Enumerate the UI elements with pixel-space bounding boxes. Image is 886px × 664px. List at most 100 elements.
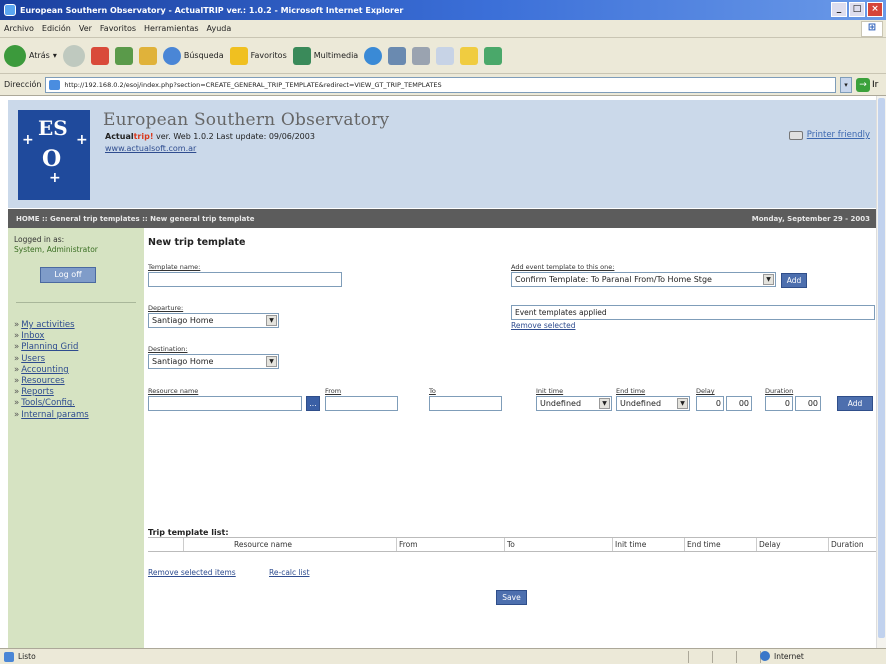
sidebar-menu: » My activities » Inbox » Planning Grid » Us… bbox=[14, 320, 89, 421]
globe-icon bbox=[760, 651, 770, 661]
template-name-input[interactable] bbox=[148, 272, 342, 287]
sidebar-item-planning-grid[interactable]: » Planning Grid bbox=[14, 342, 89, 353]
sidebar-item-internal-params[interactable]: » Internal params bbox=[14, 410, 89, 421]
history-icon[interactable] bbox=[364, 46, 383, 65]
url-input[interactable]: http://192.168.0.2/esoj/index.php?sectio… bbox=[45, 76, 836, 93]
menu-ayuda[interactable]: Ayuda bbox=[207, 24, 232, 33]
column-end-time: End time bbox=[684, 538, 756, 551]
back-button[interactable]: Atrás ▾ bbox=[4, 44, 57, 67]
destination-label: Destination: bbox=[148, 345, 188, 353]
sidebar-item-users[interactable]: » Users bbox=[14, 354, 89, 365]
go-arrow-icon: → bbox=[856, 77, 870, 92]
destination-select[interactable]: Santiago Home ▼ bbox=[148, 354, 279, 369]
column-duration: Duration bbox=[828, 538, 876, 551]
duration-label: Duration bbox=[765, 387, 794, 395]
eso-logo: + + + ES O bbox=[18, 110, 90, 200]
home-icon[interactable] bbox=[138, 46, 157, 65]
column-from: From bbox=[396, 538, 504, 551]
address-bar: Dirección http://192.168.0.2/esoj/index.… bbox=[0, 74, 886, 96]
add-row-button[interactable]: Add bbox=[837, 396, 873, 411]
add-event-label: Add event template to this one: bbox=[511, 263, 615, 271]
menu-herramientas[interactable]: Herramientas bbox=[144, 24, 199, 33]
to-label: To bbox=[429, 387, 436, 395]
sidebar-item-resources[interactable]: » Resources bbox=[14, 376, 89, 387]
site-link[interactable]: www.actualsoft.com.ar bbox=[105, 144, 196, 153]
menu-archivo[interactable]: Archivo bbox=[4, 24, 34, 33]
chevron-down-icon: ▼ bbox=[266, 356, 277, 367]
duration-minutes-input[interactable]: 00 bbox=[795, 396, 821, 411]
window-titlebar: European Southern Observatory - ActualTR… bbox=[0, 0, 886, 20]
vertical-scrollbar[interactable] bbox=[876, 96, 886, 648]
save-button[interactable]: Save bbox=[496, 590, 527, 605]
departure-select[interactable]: Santiago Home ▼ bbox=[148, 313, 279, 328]
add-event-select[interactable]: Confirm Template: To Paranal From/To Hom… bbox=[511, 272, 776, 287]
add-event-button[interactable]: Add bbox=[781, 273, 807, 288]
sidebar-divider bbox=[16, 302, 136, 303]
close-button[interactable]: × bbox=[867, 2, 883, 17]
go-button[interactable]: → Ir bbox=[856, 77, 886, 93]
sidebar-item-my-activities[interactable]: » My activities bbox=[14, 320, 89, 331]
favorites-button[interactable]: Favoritos bbox=[229, 46, 287, 65]
breadcrumb-path[interactable]: HOME :: General trip templates :: New ge… bbox=[16, 215, 254, 223]
end-time-label: End time bbox=[616, 387, 646, 395]
init-time-select[interactable]: Undefined ▼ bbox=[536, 396, 612, 411]
logoff-button[interactable]: Log off bbox=[40, 267, 96, 283]
sidebar-item-reports[interactable]: » Reports bbox=[14, 387, 89, 398]
delay-hours-input[interactable]: 0 bbox=[696, 396, 724, 411]
recalc-list-link[interactable]: Re-calc list bbox=[269, 568, 310, 577]
resource-name-input[interactable] bbox=[148, 396, 302, 411]
from-input[interactable] bbox=[325, 396, 398, 411]
stop-icon[interactable] bbox=[90, 46, 109, 65]
init-time-label: Init time bbox=[536, 387, 564, 395]
messenger-icon[interactable] bbox=[484, 46, 503, 65]
chevron-down-icon: ▼ bbox=[599, 398, 610, 409]
multimedia-button[interactable]: Multimedia bbox=[292, 46, 358, 65]
forward-icon[interactable] bbox=[62, 44, 85, 67]
ie-icon bbox=[4, 4, 16, 16]
departure-label: Departure: bbox=[148, 304, 184, 312]
from-label: From bbox=[325, 387, 342, 395]
sidebar: Logged in as: System, Administrator Log … bbox=[8, 228, 144, 648]
delay-label: Delay bbox=[696, 387, 715, 395]
edit-icon[interactable] bbox=[436, 46, 455, 65]
folder-icon[interactable] bbox=[460, 46, 479, 65]
menu-edicion[interactable]: Edición bbox=[42, 24, 71, 33]
maximize-button[interactable]: □ bbox=[849, 2, 865, 17]
remove-selected-link[interactable]: Remove selected bbox=[511, 321, 575, 330]
delay-minutes-input[interactable]: 00 bbox=[726, 396, 752, 411]
sidebar-item-inbox[interactable]: » Inbox bbox=[14, 331, 89, 342]
security-zone: Internet bbox=[760, 651, 872, 661]
breadcrumb: HOME :: General trip templates :: New ge… bbox=[8, 209, 876, 228]
chevron-down-icon: ▼ bbox=[266, 315, 277, 326]
main-content: New trip template Template name: Add eve… bbox=[148, 228, 876, 648]
end-time-select[interactable]: Undefined ▼ bbox=[616, 396, 690, 411]
back-arrow-icon bbox=[4, 44, 26, 67]
refresh-icon[interactable] bbox=[114, 46, 133, 65]
address-label: Dirección bbox=[4, 80, 42, 89]
scrollbar-thumb[interactable] bbox=[878, 98, 885, 638]
sidebar-item-tools-config[interactable]: » Tools/Config. bbox=[14, 398, 89, 409]
resource-browse-button[interactable]: ... bbox=[306, 396, 320, 411]
status-bar: Listo Internet bbox=[0, 648, 886, 664]
remove-selected-items-link[interactable]: Remove selected items bbox=[148, 568, 236, 577]
menu-favoritos[interactable]: Favoritos bbox=[100, 24, 136, 33]
sidebar-item-accounting[interactable]: » Accounting bbox=[14, 365, 89, 376]
printer-friendly-link[interactable]: Printer friendly bbox=[788, 130, 870, 140]
chevron-down-icon[interactable]: ▾ bbox=[840, 76, 852, 93]
status-text: Listo bbox=[18, 652, 36, 661]
page-title: New trip template bbox=[148, 237, 246, 248]
duration-hours-input[interactable]: 0 bbox=[765, 396, 793, 411]
user-name: System, Administrator bbox=[14, 245, 98, 254]
windows-logo-icon: ⊞ bbox=[861, 21, 883, 37]
search-button[interactable]: Búsqueda bbox=[162, 46, 224, 65]
page-viewport: + + + ES O European Southern Observatory… bbox=[0, 96, 876, 648]
menu-ver[interactable]: Ver bbox=[79, 24, 92, 33]
template-name-label: Template name: bbox=[148, 263, 201, 271]
login-info: Logged in as: System, Administrator bbox=[14, 235, 98, 254]
print-icon[interactable] bbox=[412, 46, 431, 65]
minimize-button[interactable]: _ bbox=[831, 2, 847, 17]
mail-icon[interactable] bbox=[388, 46, 407, 65]
page-icon bbox=[4, 651, 14, 662]
trip-list-header: Resource name From To Init time End time… bbox=[148, 537, 876, 552]
to-input[interactable] bbox=[429, 396, 502, 411]
